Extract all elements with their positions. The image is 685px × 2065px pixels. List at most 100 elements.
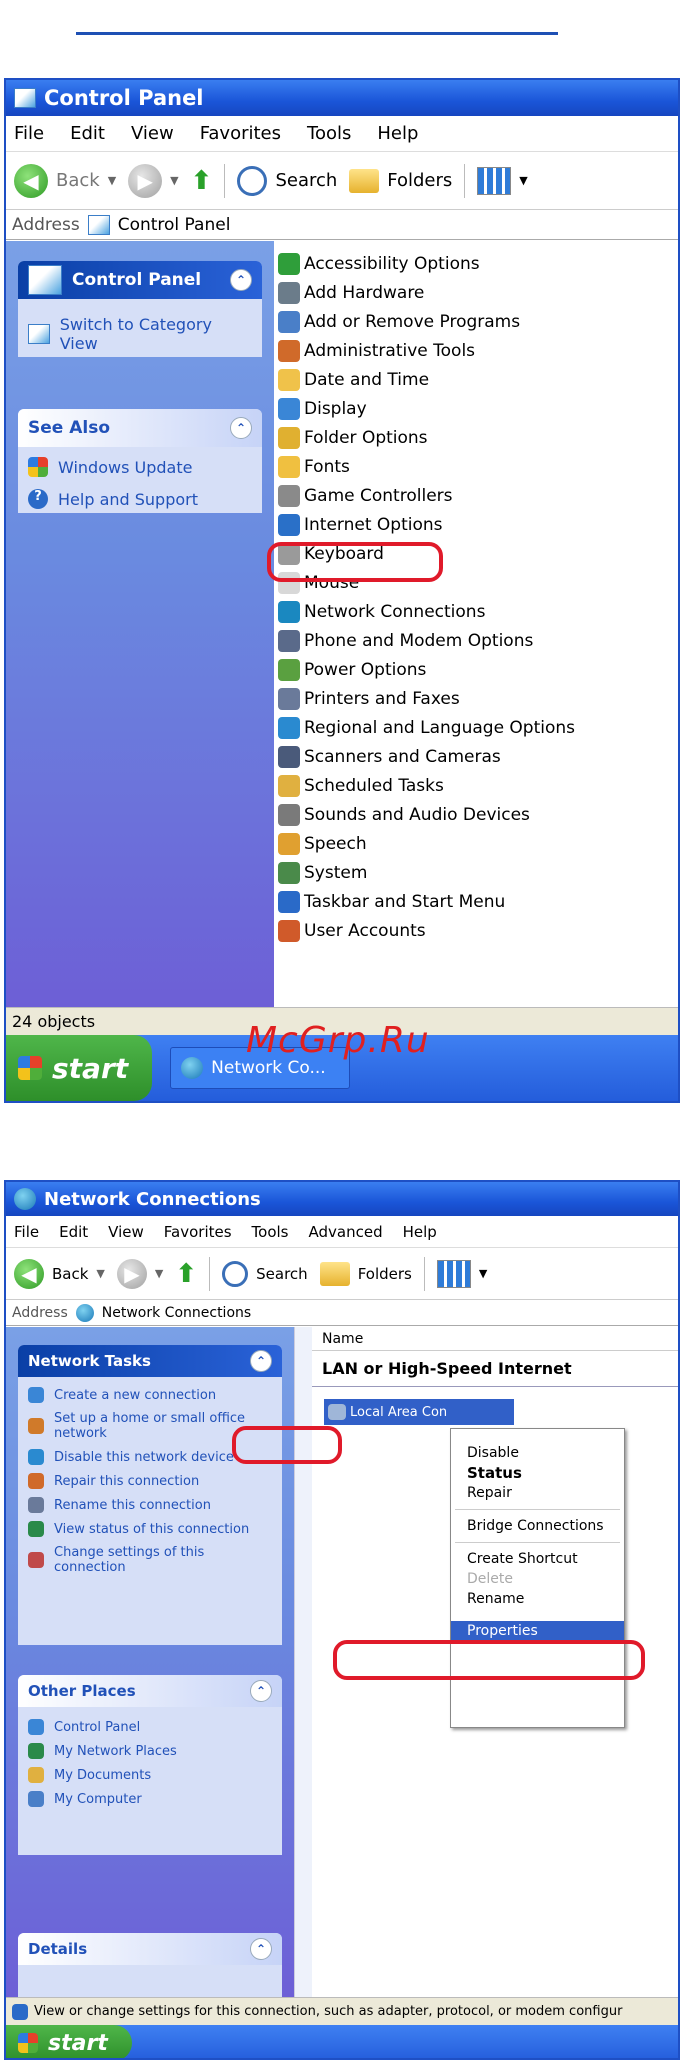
cp-item[interactable]: Date and Time: [278, 365, 678, 394]
cp-item[interactable]: Folder Options: [278, 423, 678, 452]
menu-file[interactable]: File: [14, 123, 44, 144]
place-icon: [28, 1719, 44, 1735]
local-area-connection-item[interactable]: Local Area Con: [324, 1399, 514, 1425]
collapse-icon[interactable]: ⌃: [230, 417, 252, 439]
collapse-icon[interactable]: ⌃: [250, 1350, 272, 1372]
network-task-link[interactable]: View status of this connection: [18, 1517, 282, 1541]
forward-button[interactable]: ▶ ▼: [116, 1258, 163, 1289]
cp-item[interactable]: Power Options: [278, 655, 678, 684]
cp-item[interactable]: Taskbar and Start Menu: [278, 887, 678, 916]
control-panel-applet-icon: [278, 600, 300, 623]
cp-item[interactable]: Speech: [278, 829, 678, 858]
folders-button[interactable]: Folders: [349, 168, 453, 193]
menu-repair[interactable]: Repair: [451, 1483, 624, 1503]
cp-item[interactable]: Add Hardware: [278, 278, 678, 307]
search-button[interactable]: Search: [222, 1260, 308, 1287]
start-button[interactable]: start: [6, 2025, 132, 2058]
address-input[interactable]: Network Connections: [102, 1305, 251, 1321]
cp-item[interactable]: Phone and Modem Options: [278, 626, 678, 655]
menu-properties[interactable]: Properties: [451, 1621, 624, 1641]
up-folder-icon[interactable]: ⬆: [175, 1259, 197, 1289]
forward-button[interactable]: ▶ ▼: [128, 163, 179, 198]
other-place-link[interactable]: Control Panel: [18, 1715, 282, 1739]
collapse-icon[interactable]: ⌃: [230, 269, 252, 291]
other-place-link[interactable]: My Network Places: [18, 1739, 282, 1763]
cp-item[interactable]: System: [278, 858, 678, 887]
details-header[interactable]: Details ⌃: [18, 1933, 282, 1965]
column-header-name[interactable]: Name: [312, 1327, 678, 1351]
menu-edit[interactable]: Edit: [59, 1223, 88, 1241]
cp-item[interactable]: Scheduled Tasks: [278, 771, 678, 800]
menu-view[interactable]: View: [108, 1223, 144, 1241]
see-also-header[interactable]: See Also ⌃: [18, 409, 262, 447]
network-task-link[interactable]: Create a new connection: [18, 1383, 282, 1407]
control-panel-applet-icon: [278, 687, 300, 710]
start-button[interactable]: start: [6, 1035, 153, 1101]
up-folder-icon[interactable]: ⬆: [191, 166, 213, 196]
folders-label: Folders: [387, 170, 453, 191]
cp-item[interactable]: Add or Remove Programs: [278, 307, 678, 336]
menu-favorites[interactable]: Favorites: [200, 123, 281, 144]
collapse-icon[interactable]: ⌃: [250, 1938, 272, 1960]
network-task-link[interactable]: Change settings of this connection: [18, 1541, 282, 1579]
other-places-header[interactable]: Other Places ⌃: [18, 1675, 282, 1707]
menu-file[interactable]: File: [14, 1223, 39, 1241]
cp-item-label: Taskbar and Start Menu: [304, 891, 506, 912]
menu-delete: Delete: [467, 1571, 513, 1587]
cp-item[interactable]: Regional and Language Options: [278, 713, 678, 742]
status-bar: View or change settings for this connect…: [6, 1997, 678, 2025]
cp-item[interactable]: Printers and Faxes: [278, 684, 678, 713]
back-button[interactable]: ◀ Back ▼: [14, 163, 116, 198]
views-button[interactable]: ▼: [477, 166, 528, 195]
cp-item[interactable]: User Accounts: [278, 916, 678, 945]
network-task-link[interactable]: Repair this connection: [18, 1469, 282, 1493]
title-bar[interactable]: Network Connections: [6, 1182, 678, 1216]
menu-advanced[interactable]: Advanced: [309, 1223, 383, 1241]
switch-category-view-link[interactable]: Switch to Category View: [18, 299, 262, 357]
control-panel-applet-icon: [278, 513, 300, 536]
menu-status[interactable]: Status: [451, 1463, 624, 1483]
cp-item[interactable]: Fonts: [278, 452, 678, 481]
network-task-label: View status of this connection: [54, 1521, 250, 1537]
network-task-link[interactable]: Rename this connection: [18, 1493, 282, 1517]
back-button[interactable]: ◀ Back ▼: [14, 1258, 105, 1289]
search-button[interactable]: Search: [237, 165, 337, 196]
other-place-link[interactable]: My Documents: [18, 1763, 282, 1787]
help-support-link[interactable]: ? Help and Support: [18, 483, 262, 513]
address-input[interactable]: Control Panel: [118, 215, 231, 235]
folders-button[interactable]: Folders: [319, 1261, 412, 1286]
cp-item-label: Scanners and Cameras: [304, 746, 501, 767]
menu-disable[interactable]: Disable: [451, 1443, 624, 1463]
other-place-link[interactable]: My Computer: [18, 1787, 282, 1811]
cp-item[interactable]: Administrative Tools: [278, 336, 678, 365]
collapse-icon[interactable]: ⌃: [250, 1680, 272, 1702]
menu-tools[interactable]: Tools: [252, 1223, 289, 1241]
menu-help[interactable]: Help: [377, 123, 418, 144]
menu-separator: [455, 1542, 620, 1543]
network-tasks-header[interactable]: Network Tasks ⌃: [18, 1345, 282, 1377]
windows-update-link[interactable]: Windows Update: [18, 447, 262, 483]
menu-edit[interactable]: Edit: [70, 123, 105, 144]
menu-bridge-connections[interactable]: Bridge Connections: [451, 1516, 624, 1536]
cp-item[interactable]: Scanners and Cameras: [278, 742, 678, 771]
title-bar[interactable]: Control Panel: [6, 80, 678, 116]
menu-favorites[interactable]: Favorites: [164, 1223, 232, 1241]
cp-item[interactable]: Sounds and Audio Devices: [278, 800, 678, 829]
cp-item-label: Network Connections: [304, 601, 486, 622]
menu-tools[interactable]: Tools: [307, 123, 351, 144]
cp-item[interactable]: Game Controllers: [278, 481, 678, 510]
cp-item[interactable]: Display: [278, 394, 678, 423]
menu-view[interactable]: View: [131, 123, 174, 144]
cp-item[interactable]: Internet Options: [278, 510, 678, 539]
control-panel-box-header[interactable]: Control Panel ⌃: [18, 261, 262, 299]
control-panel-applet-icon: [278, 252, 300, 275]
cp-item[interactable]: Network Connections: [278, 597, 678, 626]
cp-item[interactable]: Accessibility Options: [278, 249, 678, 278]
cp-item-label: Internet Options: [304, 514, 443, 535]
menu-create-shortcut[interactable]: Create Shortcut: [451, 1549, 624, 1569]
search-label: Search: [256, 1264, 308, 1283]
views-button[interactable]: ▼: [436, 1259, 487, 1288]
menu-help[interactable]: Help: [403, 1223, 437, 1241]
menu-rename[interactable]: Rename: [451, 1589, 624, 1609]
control-panel-applet-icon: [278, 368, 300, 391]
